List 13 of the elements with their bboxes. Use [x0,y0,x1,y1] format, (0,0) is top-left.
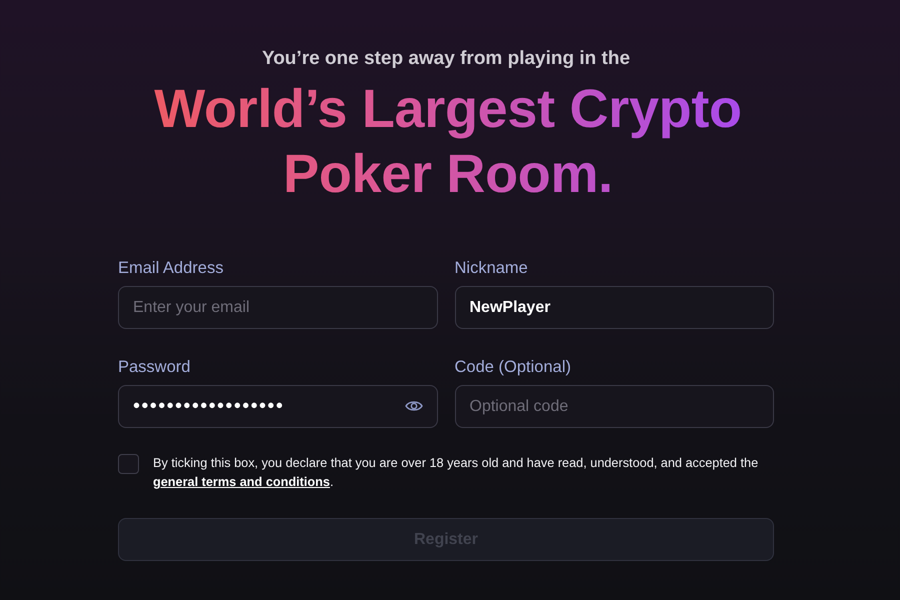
input-field[interactable]: Optional code [454,385,774,428]
field-label: Email Address [118,258,224,278]
field-label: Code (Optional) [454,357,571,377]
field-label: Password [118,357,190,377]
password-field[interactable]: •••••••••••••••••• [118,385,438,428]
terms-link[interactable]: general terms and conditions [153,475,330,489]
eye-icon[interactable] [404,400,422,412]
consent-text: By ticking this box, you declare that you are over 18 years old and have read, understood, and accepted the general terms and conditions. [153,455,760,491]
field-label: Nickname [454,258,528,278]
checkbox[interactable] [118,454,139,474]
subtitle: You’re one step away from playing in the [262,47,630,71]
input-field[interactable]: Enter your email [118,286,438,329]
input-field[interactable]: NewPlayer [454,286,774,329]
